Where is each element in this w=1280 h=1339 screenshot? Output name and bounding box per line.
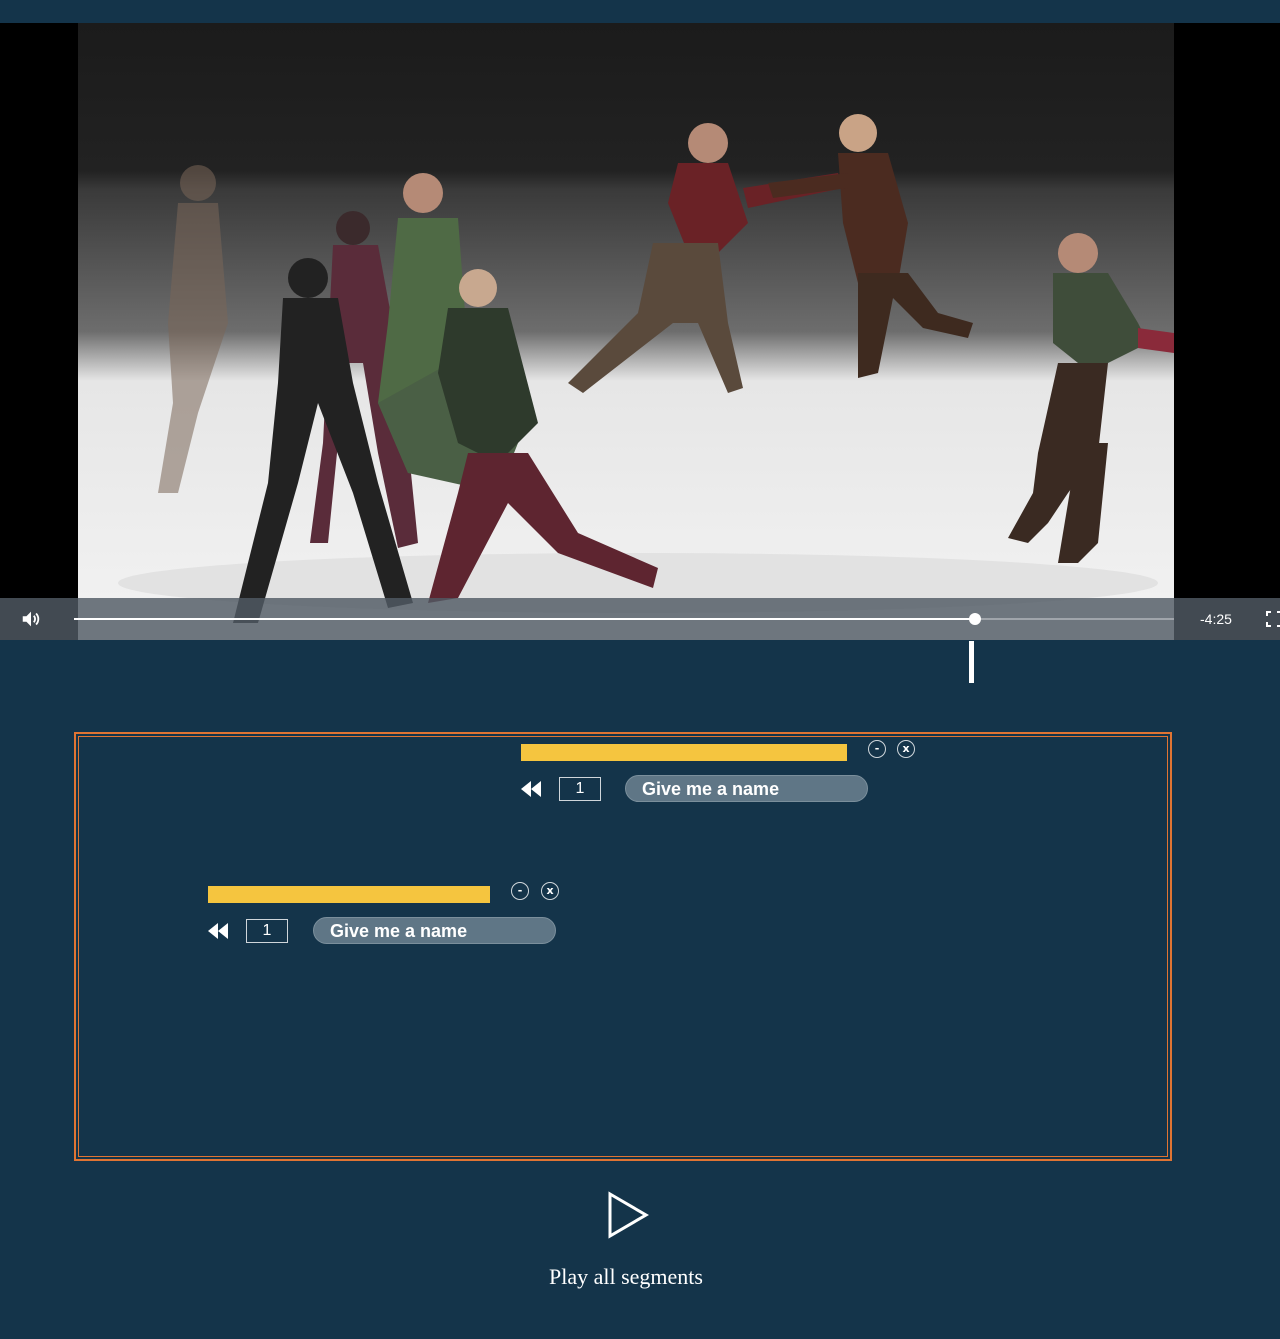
video-frame[interactable] <box>78 23 1174 640</box>
segment-number-input[interactable]: 1 <box>246 919 288 943</box>
close-segment-button[interactable]: x <box>541 882 559 900</box>
close-segment-button[interactable]: x <box>897 740 915 758</box>
rewind-icon[interactable] <box>519 779 543 799</box>
seek-bar[interactable] <box>74 613 1174 625</box>
segment-name-input[interactable]: Give me a name <box>625 775 868 802</box>
segment-name-input[interactable]: Give me a name <box>313 917 556 944</box>
minimize-segment-button[interactable]: - <box>868 740 886 758</box>
segment-bar[interactable] <box>208 886 490 903</box>
volume-icon[interactable] <box>20 608 42 630</box>
segment-timeline: - x 1 Give me a name - x 1 Give me a nam… <box>74 732 1172 1161</box>
segment: - x 1 Give me a name <box>519 740 921 804</box>
fullscreen-icon[interactable] <box>1266 611 1280 627</box>
video-control-bar: -4:25 <box>0 598 1280 640</box>
segment-number-input[interactable]: 1 <box>559 777 601 801</box>
playhead-marker[interactable] <box>969 641 974 683</box>
video-player[interactable]: -4:25 <box>0 23 1280 640</box>
segment-bar[interactable] <box>521 744 847 761</box>
segment: - x 1 Give me a name <box>206 882 608 946</box>
seek-handle[interactable] <box>969 613 981 625</box>
seek-bar-played <box>74 618 975 620</box>
play-all-segments-button[interactable]: Play all segments <box>0 1264 1252 1290</box>
video-still-image <box>118 114 1174 623</box>
rewind-icon[interactable] <box>206 921 230 941</box>
time-remaining: -4:25 <box>1200 611 1232 627</box>
minimize-segment-button[interactable]: - <box>511 882 529 900</box>
play-icon[interactable] <box>604 1190 650 1240</box>
